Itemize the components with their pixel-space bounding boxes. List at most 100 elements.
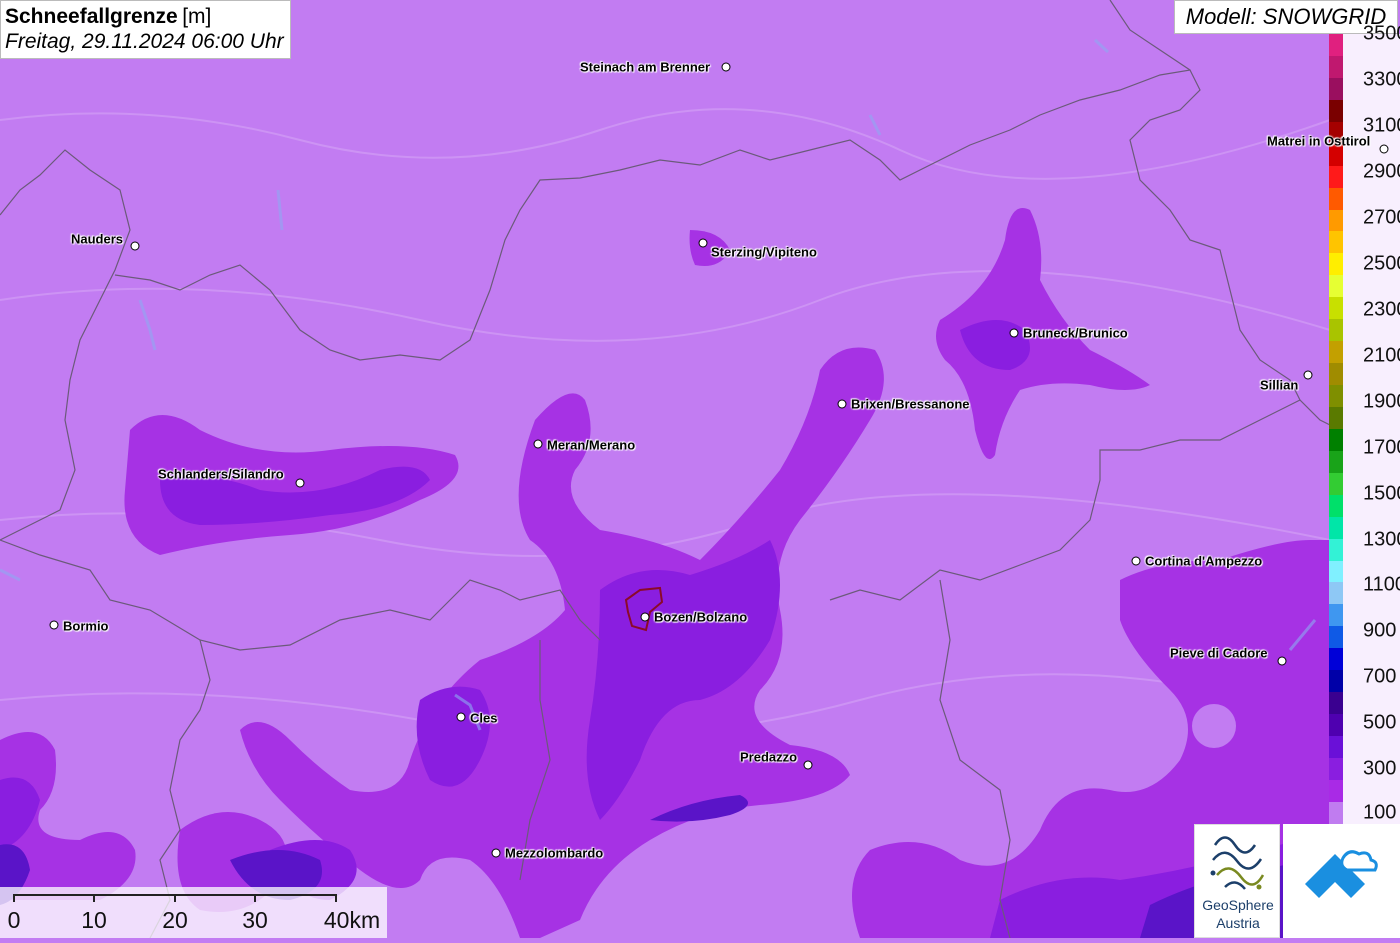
mountain-cloud-icon [1305,850,1378,898]
map-datetime: Freitag, 29.11.2024 06:00 Uhr [5,30,284,54]
city-label: Meran/Merano [547,437,636,453]
legend-swatch [1329,231,1343,254]
scale-tick [174,894,176,902]
city-marker[interactable] [1131,556,1141,566]
city-marker[interactable] [1009,328,1019,338]
legend-swatch [1329,55,1343,78]
legend-swatch [1329,77,1343,100]
city-label: Matrei in Osttirol [1267,133,1371,149]
city-marker[interactable] [1277,656,1287,666]
legend-swatch [1329,801,1343,824]
geosphere-logo-line1: GeoSphere [1202,897,1274,913]
legend-label: 2100 [1363,344,1400,367]
city-label: Bozen/Bolzano [654,609,748,625]
city-label: Pieve di Cadore [1170,645,1268,661]
city-marker[interactable] [1379,144,1389,154]
city-label: Cortina d'Ampezzo [1145,553,1263,569]
geosphere-emblem-icon [1210,836,1265,890]
city-label: Sillian [1260,377,1299,393]
legend-label: 1900 [1363,390,1400,413]
legend-label: 2900 [1363,160,1400,183]
city-marker[interactable] [295,478,305,488]
legend-swatch [1329,34,1343,56]
scale-label: 10 [81,907,107,933]
legend-swatch [1329,406,1343,429]
legend-label: 2300 [1363,298,1400,321]
legend-label: 100 [1363,801,1397,824]
map-title-box: Schneefallgrenze [m] Freitag, 29.11.2024… [0,0,291,60]
city-marker[interactable] [130,241,140,251]
map-title: Schneefallgrenze [5,5,178,28]
legend-swatch [1329,757,1343,780]
city-label: Sterzing/Vipiteno [711,244,817,260]
legend-swatch [1329,385,1343,407]
scale-bar: 0 10 20 30 40km [0,887,387,938]
legend-label: 3500 [1363,22,1400,45]
legend-label: 500 [1363,711,1397,734]
legend-swatch [1329,692,1343,715]
legend-swatch [1329,538,1343,561]
city-label: Bormio [63,618,109,634]
scale-tick [335,894,337,902]
city-marker[interactable] [803,760,813,770]
city-label: Bruneck/Brunico [1023,325,1128,341]
color-legend: 3500330031002900270025002300210019001700… [1329,23,1400,824]
city-marker[interactable] [533,439,543,449]
geosphere-logo[interactable]: GeoSphere Austria [1194,824,1280,938]
legend-swatch [1329,560,1343,583]
city-label: Nauders [71,231,124,247]
legend-label: 900 [1363,619,1397,642]
legend-swatch [1329,670,1343,693]
legend-swatch [1329,428,1343,451]
city-label: Predazzo [740,749,798,765]
legend-label: 1700 [1363,436,1400,459]
legend-swatch [1329,187,1343,210]
scale-tick [93,894,95,902]
city-label: Schlanders/Silandro [158,466,284,482]
map-title-unit: [m] [182,5,212,28]
scale-label: 0 [7,907,21,933]
legend-swatch [1329,450,1343,473]
legend-swatch [1329,736,1343,758]
legend-label: 3300 [1363,68,1400,91]
city-marker[interactable] [1303,370,1313,380]
scale-label: 40km [323,907,381,933]
legend-label: 300 [1363,757,1397,780]
legend-swatch [1329,582,1343,605]
city-marker[interactable] [491,848,501,858]
scale-tick [254,894,256,902]
legend-swatch [1329,99,1343,122]
city-marker[interactable] [837,399,847,409]
city-label: Cles [470,710,498,726]
legend-swatch [1329,253,1343,276]
legend-label: 2500 [1363,252,1400,275]
legend-swatch [1329,779,1343,802]
city-marker[interactable] [49,620,59,630]
scale-label: 20 [162,907,188,933]
city-marker[interactable] [640,612,650,622]
legend-swatch [1329,604,1343,627]
legend-color-bar [1329,34,1343,824]
legend-label: 2700 [1363,206,1400,229]
legend-swatch [1329,319,1343,342]
legend-swatch [1329,275,1343,298]
legend-swatch [1329,165,1343,188]
legend-swatch [1329,363,1343,385]
city-label: Steinach am Brenner [580,59,711,75]
legend-label: 700 [1363,665,1397,688]
city-marker[interactable] [698,238,708,248]
legend-label: 1100 [1363,573,1400,596]
city-marker[interactable] [721,62,731,72]
legend-label: 1300 [1363,528,1400,551]
legend-swatch [1329,341,1343,364]
city-label: Brixen/Bressanone [851,396,970,412]
legend-swatch [1329,209,1343,232]
legend-swatch [1329,472,1343,495]
geosphere-logo-line2: Austria [1216,915,1260,931]
city-marker[interactable] [456,712,466,722]
legend-swatch [1329,494,1343,517]
scale-tick [13,894,15,902]
partner-logo[interactable] [1283,824,1400,938]
legend-swatch [1329,626,1343,649]
legend-swatch [1329,714,1343,736]
